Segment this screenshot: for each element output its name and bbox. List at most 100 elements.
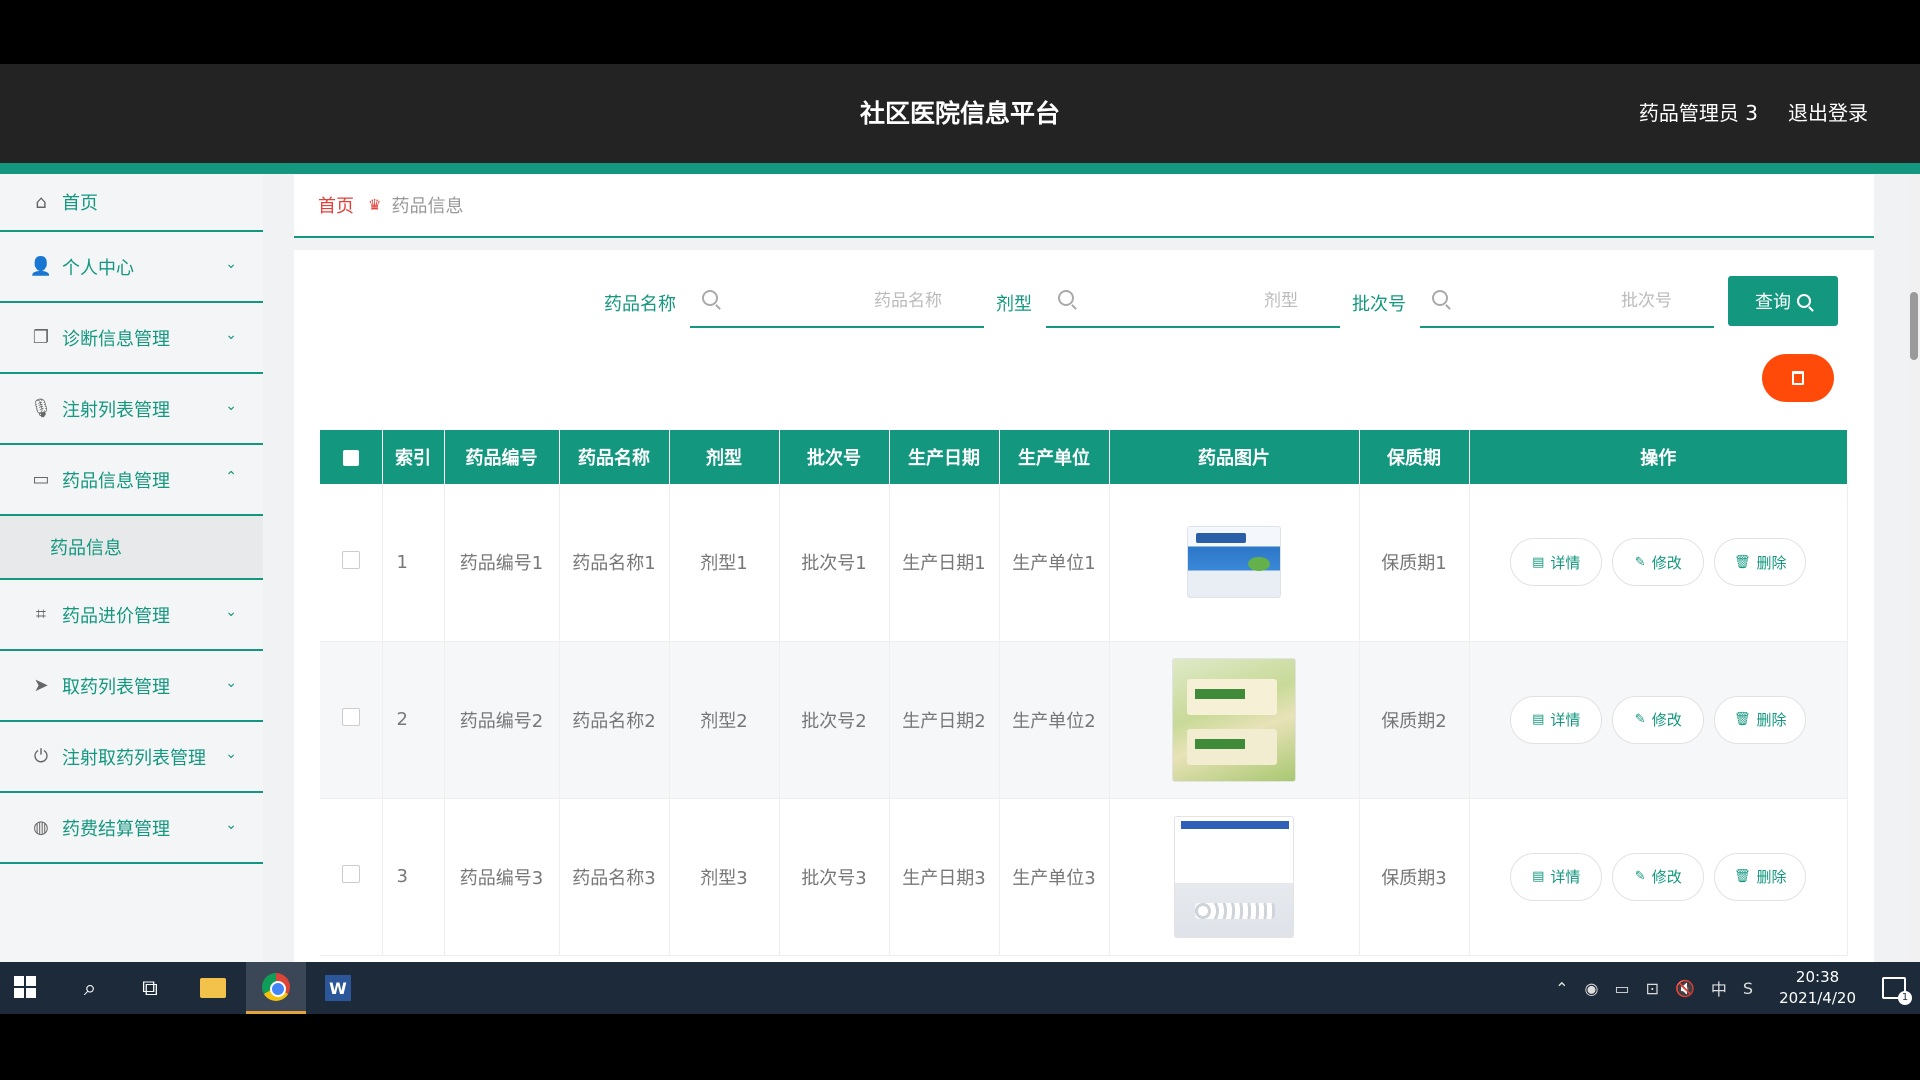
edit-button[interactable]: ✎ 修改	[1612, 695, 1705, 744]
row-checkbox[interactable]	[341, 865, 360, 883]
actions-cell: ▤ 详情 ✎ 修改 🗑 删除	[1469, 484, 1848, 642]
taskbar-search-icon[interactable]: ⌕	[60, 962, 120, 1014]
send-icon: ➤	[33, 675, 49, 696]
chevron-down-icon: ⌄	[225, 256, 237, 272]
search-icon	[702, 290, 718, 306]
column-header: 剂型	[669, 430, 780, 484]
sidebar-item-drug-info[interactable]: ▭ 药品信息管理 ⌃	[0, 445, 263, 516]
sogou-icon[interactable]: S	[1743, 979, 1753, 998]
sidebar-item-purchase-price[interactable]: ⌗ 药品进价管理 ⌄	[0, 580, 263, 651]
detail-button[interactable]: ▤ 详情	[1510, 695, 1603, 744]
scrollbar-thumb[interactable]	[1910, 292, 1918, 360]
chevron-up-icon[interactable]: ⌃	[1555, 979, 1568, 998]
delete-label: 删除	[1756, 868, 1787, 886]
microphone-icon: 🎙	[29, 398, 53, 419]
delete-button[interactable]: 🗑 删除	[1714, 852, 1807, 901]
volume-muted-icon[interactable]: 🔇	[1675, 979, 1695, 998]
windows-taskbar: ⌕ ⧉ W ⌃ ◉ ▭ ⊡ 🔇 中 S 20:38 2021/4/20 1	[0, 962, 1920, 1014]
index-cell: 3	[382, 798, 445, 956]
sidebar-item-label: 首页	[62, 193, 98, 214]
index-cell: 1	[382, 484, 445, 642]
detail-button[interactable]: ▤ 详情	[1510, 538, 1603, 587]
drug-name-field	[690, 276, 984, 328]
actions-cell: ▤ 详情 ✎ 修改 🗑 删除	[1469, 798, 1848, 956]
page-scrollbar[interactable]	[1908, 174, 1920, 962]
row-select-cell	[320, 641, 383, 799]
sidebar-item-home[interactable]: ⌂ 首页	[0, 174, 263, 232]
sidebar-item-injection-pickup[interactable]: ⏻ 注射取药列表管理 ⌄	[0, 722, 263, 793]
sidebar-subitem-drug-info[interactable]: 药品信息	[0, 516, 263, 580]
power-icon: ⏻	[33, 746, 49, 767]
logout-link[interactable]: 退出登录	[1788, 64, 1868, 163]
detail-button[interactable]: ▤ 详情	[1510, 852, 1603, 901]
search-icon	[1797, 294, 1811, 308]
sidebar-item-pickup[interactable]: ➤ 取药列表管理 ⌄	[0, 651, 263, 722]
sidebar-item-billing[interactable]: ◍ 药费结算管理 ⌄	[0, 793, 263, 864]
battery-icon[interactable]: ▭	[1614, 979, 1629, 998]
sidebar-item-diagnosis[interactable]: ❐ 诊断信息管理 ⌄	[0, 303, 263, 374]
edit-label: 修改	[1651, 553, 1682, 572]
chevron-down-icon: ⌄	[225, 327, 237, 343]
word-icon[interactable]: W	[308, 962, 368, 1014]
file-explorer-icon[interactable]	[183, 962, 243, 1014]
sidebar-item-label: 药费结算管理	[62, 818, 170, 840]
edit-button[interactable]: ✎ 修改	[1612, 538, 1705, 587]
query-button[interactable]: 查询	[1728, 276, 1838, 326]
edit-label: 修改	[1651, 868, 1682, 886]
sidebar-item-injection[interactable]: 🎙 注射列表管理 ⌄	[0, 374, 263, 445]
date-cell: 生产日期1	[889, 484, 1000, 642]
network-icon[interactable]: ⊡	[1646, 979, 1659, 998]
sidebar-item-label: 注射取药列表管理	[62, 747, 206, 769]
trash-icon	[1792, 371, 1804, 385]
sidebar-item-label: 个人中心	[62, 257, 134, 279]
edit-button[interactable]: ✎ 修改	[1612, 852, 1705, 901]
system-tray: ⌃ ◉ ▭ ⊡ 🔇 中 S 20:38 2021/4/20 1	[1547, 962, 1920, 1014]
search-icon	[1432, 290, 1448, 306]
row-checkbox[interactable]	[341, 550, 360, 569]
sidebar: ⌂ 首页 👤 个人中心 ⌄ ❐ 诊断信息管理 ⌄ 🎙 注射列表管理 ⌄ ▭ 药品…	[0, 174, 263, 962]
sidebar-subitem-label: 药品信息	[50, 538, 122, 559]
app-tray-icon[interactable]: ◉	[1584, 979, 1598, 998]
form-cell: 剂型2	[669, 641, 780, 799]
search-bar: 药品名称 剂型 批次号 查	[294, 276, 1874, 330]
drug-image[interactable]	[1172, 657, 1296, 782]
maker-cell: 生产单位3	[999, 798, 1110, 956]
detail-label: 详情	[1550, 553, 1581, 572]
delete-button[interactable]: 🗑 删除	[1714, 695, 1807, 744]
notification-badge: 1	[1898, 991, 1912, 1005]
clock-time: 20:38	[1795, 968, 1840, 986]
batch-input[interactable]	[1460, 276, 1704, 326]
batch-delete-button[interactable]	[1762, 354, 1834, 402]
delete-label: 删除	[1756, 553, 1787, 572]
detail-label: 详情	[1550, 711, 1581, 729]
index-cell: 2	[382, 641, 445, 799]
chevron-down-icon: ⌄	[225, 746, 237, 762]
windows-start-button[interactable]	[14, 976, 36, 998]
sidebar-item-label: 药品进价管理	[62, 605, 170, 627]
select-all-checkbox[interactable]	[342, 449, 359, 466]
breadcrumb-home[interactable]: 首页	[318, 192, 354, 218]
drug-name-input[interactable]	[730, 276, 974, 326]
taskbar-clock[interactable]: 20:38 2021/4/20	[1779, 967, 1856, 1009]
sidebar-item-label: 注射列表管理	[62, 399, 170, 421]
main-content: 首页 ♛ 药品信息 药品名称 剂型 批次号	[294, 174, 1874, 962]
column-header: 索引	[382, 430, 445, 484]
row-checkbox[interactable]	[341, 708, 360, 726]
notification-icon[interactable]: 1	[1882, 977, 1912, 1005]
clock-date: 2021/4/20	[1779, 989, 1856, 1007]
current-user: 药品管理员 3	[1638, 101, 1758, 125]
batch-cell: 批次号3	[779, 798, 890, 956]
drug-table: 索引 药品编号 药品名称 剂型 批次号 生产日期 生产单位 药品图片 保质期 操…	[320, 430, 1848, 956]
drug-image[interactable]	[1174, 815, 1294, 938]
form-input[interactable]	[1086, 276, 1330, 326]
form-cell: 剂型1	[669, 484, 780, 642]
delete-button[interactable]: 🗑 删除	[1714, 538, 1807, 587]
chrome-icon[interactable]	[246, 962, 306, 1014]
column-header: 操作	[1469, 430, 1848, 484]
task-view-icon[interactable]: ⧉	[120, 962, 180, 1014]
sidebar-item-personal-center[interactable]: 👤 个人中心 ⌄	[0, 232, 263, 303]
row-select-cell	[320, 798, 383, 956]
drug-image[interactable]	[1187, 526, 1281, 599]
breadcrumb: 首页 ♛ 药品信息	[294, 174, 1874, 238]
ime-indicator[interactable]: 中	[1711, 976, 1727, 1000]
